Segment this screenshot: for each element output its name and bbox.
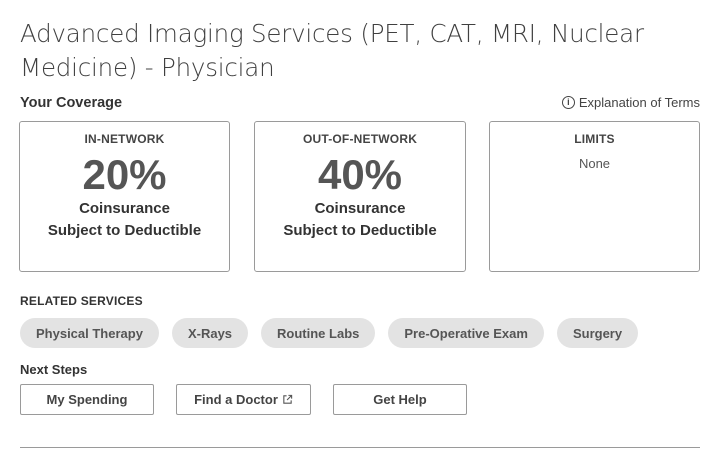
out-of-network-deductible-note: Subject to Deductible [283, 222, 437, 239]
bottom-divider [20, 447, 700, 448]
next-steps-heading: Next Steps [20, 362, 88, 377]
in-network-deductible-note: Subject to Deductible [47, 222, 202, 239]
page-title: Advanced Imaging Services (PET, CAT, MRI… [20, 19, 644, 82]
get-help-button[interactable]: Get Help [333, 384, 467, 415]
info-icon: i [561, 96, 575, 109]
limits-card: LIMITS None [489, 121, 700, 272]
explanation-of-terms-link[interactable]: i Explanation of Terms [561, 95, 700, 110]
chip-surgery[interactable]: Surgery [556, 318, 639, 348]
find-a-doctor-label: Find a Doctor [194, 392, 278, 407]
in-network-card: IN-NETWORK 20% Coinsurance Subject to De… [19, 121, 230, 272]
out-of-network-coinsurance: Coinsurance [314, 200, 406, 217]
chip-x-rays[interactable]: X-Rays [171, 318, 249, 348]
out-of-network-card: OUT-OF-NETWORK 40% Coinsurance Subject t… [254, 121, 466, 272]
external-link-icon [283, 394, 293, 404]
limits-heading: LIMITS [574, 132, 615, 146]
limits-value: None [578, 156, 611, 171]
in-network-coinsurance: Coinsurance [79, 200, 170, 217]
chip-routine-labs[interactable]: Routine Labs [261, 318, 376, 348]
my-spending-button[interactable]: My Spending [20, 384, 154, 415]
related-services-list: Physical Therapy X-Rays Routine Labs Pre… [20, 318, 639, 348]
in-network-percent: 20% [82, 151, 167, 198]
your-coverage-heading: Your Coverage [20, 95, 123, 111]
find-a-doctor-button[interactable]: Find a Doctor [176, 384, 311, 415]
out-of-network-heading: OUT-OF-NETWORK [302, 132, 418, 146]
related-services-heading: RELATED SERVICES [20, 294, 143, 308]
explanation-of-terms-label: Explanation of Terms [578, 95, 700, 110]
chip-pre-operative-exam[interactable]: Pre-Operative Exam [388, 318, 544, 348]
chip-physical-therapy[interactable]: Physical Therapy [20, 318, 159, 348]
in-network-heading: IN-NETWORK [84, 132, 165, 146]
out-of-network-percent: 40% [317, 151, 403, 198]
